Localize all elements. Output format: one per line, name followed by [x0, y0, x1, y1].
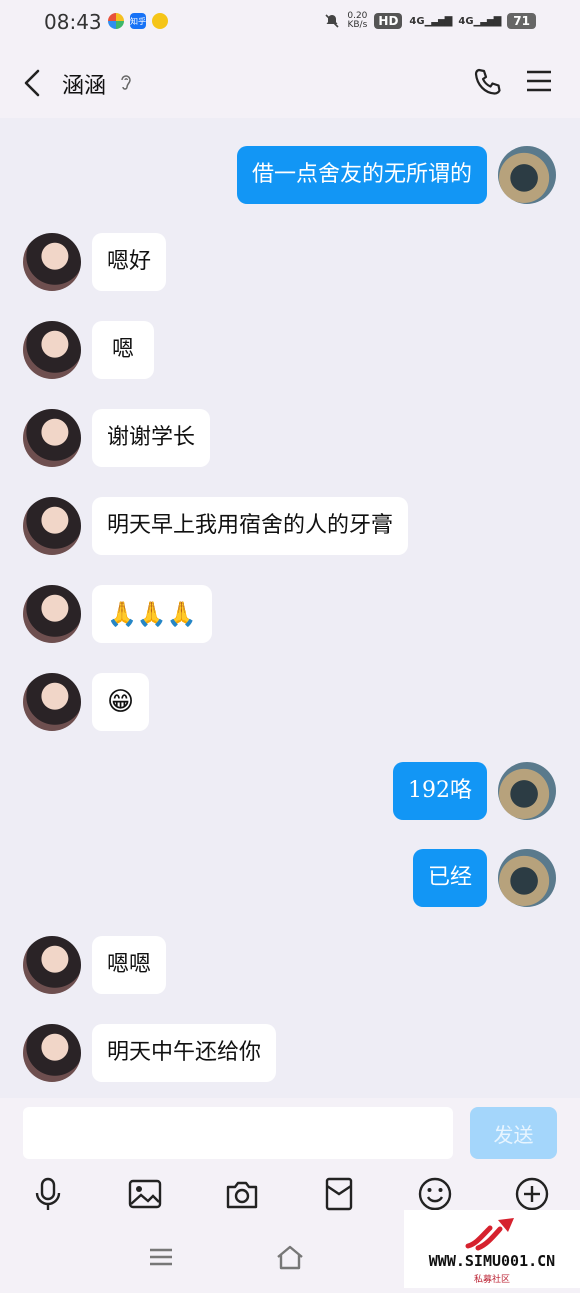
- message-bubble-outgoing[interactable]: 192咯: [393, 762, 487, 820]
- message-list[interactable]: 借一点舍友的无所谓的 嗯好 嗯 谢谢学长 明天早上我用宿舍的人的牙膏 🙏🙏🙏 😁…: [0, 118, 580, 1098]
- home-nav-icon[interactable]: [275, 1244, 305, 1270]
- status-time: 08:43: [44, 10, 102, 34]
- watermark-url: WWW.SIMU001.CN: [428, 1252, 556, 1270]
- contact-name[interactable]: 涵涵: [62, 68, 106, 100]
- contact-avatar[interactable]: [23, 673, 81, 731]
- network-speed-unit: KB/s: [347, 20, 368, 30]
- mute-bell-icon: [325, 14, 339, 28]
- contact-avatar[interactable]: [23, 1024, 81, 1082]
- my-avatar[interactable]: [498, 146, 556, 204]
- my-avatar[interactable]: [498, 762, 556, 820]
- chat-header: 涵涵: [0, 46, 580, 118]
- send-button[interactable]: 发送: [470, 1107, 557, 1159]
- microphone-icon[interactable]: [30, 1176, 66, 1212]
- contact-avatar[interactable]: [23, 936, 81, 994]
- message-bubble-incoming[interactable]: 嗯嗯: [92, 936, 167, 994]
- battery-indicator: 71: [507, 13, 536, 29]
- message-bubble-incoming[interactable]: 嗯好: [92, 233, 167, 291]
- message-bubble-outgoing[interactable]: 借一点舍友的无所谓的: [236, 146, 487, 204]
- message-bubble-incoming[interactable]: 😁: [92, 673, 150, 731]
- qq-music-icon: [152, 13, 168, 29]
- message-bubble-incoming[interactable]: 嗯: [92, 321, 155, 379]
- network-speed: 0.20 KB/s: [347, 12, 367, 30]
- contact-avatar[interactable]: [23, 233, 81, 291]
- message-bubble-incoming[interactable]: 明天中午还给你: [92, 1024, 277, 1082]
- watermark: WWW.SIMU001.CN 私募社区: [404, 1210, 580, 1288]
- composer-bar: 发送 WWW.SIMU001.CN 私募社区: [0, 1098, 580, 1293]
- contact-avatar[interactable]: [23, 497, 81, 555]
- my-avatar[interactable]: [498, 849, 556, 907]
- contact-avatar[interactable]: [23, 321, 81, 379]
- watermark-subtitle: 私募社区: [473, 1275, 510, 1285]
- image-icon[interactable]: [127, 1176, 163, 1212]
- message-bubble-incoming[interactable]: 谢谢学长: [92, 409, 211, 467]
- phone-call-icon[interactable]: [472, 66, 504, 98]
- status-bar: 08:43 知乎 0.20 KB/s HD 4G▁▃▅▇ 4G▁▃▅▇ 71: [0, 0, 580, 46]
- red-packet-icon[interactable]: [321, 1176, 357, 1212]
- signal-4g-2: 4G▁▃▅▇: [458, 15, 501, 27]
- watermark-logo-icon: [465, 1218, 514, 1251]
- ear-icon[interactable]: [117, 72, 135, 92]
- qq-icon: [108, 13, 124, 29]
- contact-avatar[interactable]: [23, 409, 81, 467]
- plus-icon[interactable]: [514, 1176, 550, 1212]
- message-input[interactable]: [23, 1107, 453, 1159]
- message-bubble-incoming[interactable]: 明天早上我用宿舍的人的牙膏: [92, 497, 409, 555]
- signal-4g-1: 4G▁▃▅▇: [409, 15, 452, 27]
- message-bubble-incoming[interactable]: 🙏🙏🙏: [92, 585, 212, 643]
- menu-icon[interactable]: [526, 68, 552, 94]
- contact-avatar[interactable]: [23, 585, 81, 643]
- zhihu-icon: 知乎: [130, 13, 146, 29]
- status-app-icons: 知乎: [108, 13, 168, 29]
- emoji-icon[interactable]: [417, 1176, 453, 1212]
- message-bubble-outgoing[interactable]: 已经: [412, 849, 487, 907]
- camera-icon[interactable]: [224, 1176, 260, 1212]
- menu-nav-icon[interactable]: [146, 1244, 176, 1270]
- back-arrow-icon[interactable]: [20, 68, 48, 98]
- status-right: 0.20 KB/s HD 4G▁▃▅▇ 4G▁▃▅▇ 71: [324, 12, 536, 30]
- hd-badge: HD: [374, 13, 403, 29]
